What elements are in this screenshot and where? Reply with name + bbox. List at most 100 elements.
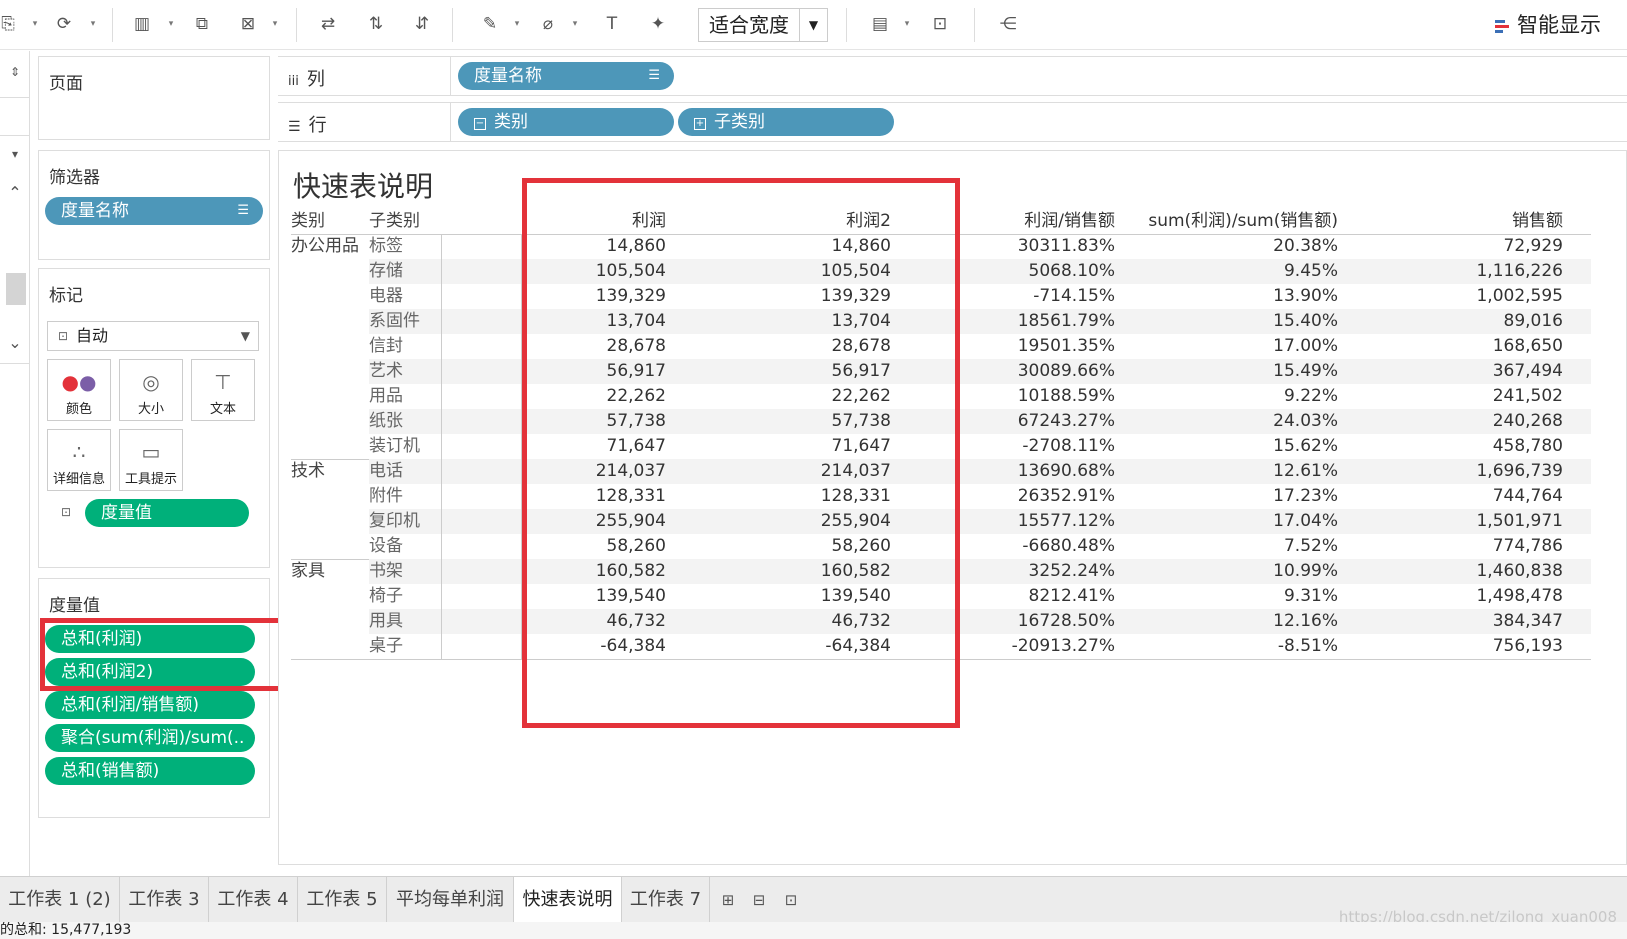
pages-card[interactable]: 页面 bbox=[38, 56, 270, 140]
new-story-icon[interactable]: ⊡ bbox=[776, 877, 806, 923]
scroll-up-icon[interactable]: ⌃ bbox=[0, 183, 30, 202]
tab-sheet[interactable]: 工作表 7 bbox=[622, 877, 710, 923]
text-button[interactable]: ⊤ 文本 bbox=[191, 359, 255, 421]
value-cell: 168,650 bbox=[1492, 336, 1563, 356]
save-dropdown-icon[interactable]: ▾ bbox=[30, 12, 40, 36]
tab-sheet[interactable]: 工作表 3 bbox=[120, 877, 209, 923]
presentation-icon[interactable]: ⊡ bbox=[928, 12, 952, 36]
value-cell: 10188.59% bbox=[1017, 386, 1115, 406]
measure-pill-label: 总和(利润/销售额) bbox=[61, 695, 199, 715]
filter-pill[interactable]: 度量名称 ☰ bbox=[45, 197, 263, 225]
toolbar: ⎘ ▾ ⟳ ▾ ▥ ▾ ⧉ ⊠ ▾ ⇄ ⇅ ⇵ ✎ ▾ ⌀ ▾ T ✦ 适合宽度… bbox=[0, 0, 1627, 50]
group-icon[interactable]: ⌀ bbox=[536, 12, 560, 36]
measure-values-card: 度量值 总和(利润) 总和(利润2) 总和(利润/销售额) 聚合(sum(利润)… bbox=[38, 578, 270, 818]
show-cards-icon[interactable]: ▤ bbox=[868, 12, 892, 36]
new-worksheet-dropdown-icon[interactable]: ▾ bbox=[166, 12, 176, 36]
value-cell: 1,696,739 bbox=[1476, 461, 1563, 481]
sort-descending-icon[interactable]: ⇵ bbox=[410, 12, 434, 36]
labels-icon[interactable]: T bbox=[600, 12, 624, 36]
column-header[interactable]: 类别 bbox=[291, 209, 325, 234]
color-button-label: 颜色 bbox=[65, 402, 92, 417]
marks-card: 标记 ⊡ 自动 ▼ ●● 颜色 ◎ 大小 ⊤ 文本 ∴ 详细信息 ▭ 工具提示 … bbox=[38, 268, 270, 568]
columns-pill[interactable]: 度量名称 ☰ bbox=[458, 62, 674, 90]
rows-pill-category[interactable]: − 类别 bbox=[458, 108, 674, 136]
tab-sheet[interactable]: 工作表 5 bbox=[298, 877, 387, 923]
column-header[interactable]: 子类别 bbox=[369, 209, 420, 234]
pages-card-title: 页面 bbox=[49, 74, 83, 94]
value-cell: 7.52% bbox=[1283, 536, 1338, 556]
measure-values-mark-pill[interactable]: 度量值 bbox=[85, 499, 249, 527]
column-header[interactable]: sum(利润)/sum(销售额) bbox=[1148, 209, 1338, 234]
chevron-down-icon: ▼ bbox=[799, 9, 827, 41]
column-header[interactable]: 销售额 bbox=[1512, 209, 1563, 234]
value-cell: -2708.11% bbox=[1022, 436, 1115, 456]
share-icon[interactable]: ⋲ bbox=[996, 12, 1020, 36]
measure-pill[interactable]: 聚合(sum(利润)/sum(.. bbox=[45, 724, 255, 752]
tab-sheet-active[interactable]: 快速表说明 bbox=[514, 877, 622, 923]
value-cell: 10.99% bbox=[1273, 561, 1338, 581]
size-icon: ◎ bbox=[142, 370, 160, 394]
refresh-icon[interactable]: ⟳ bbox=[52, 12, 76, 36]
duplicate-icon[interactable]: ⧉ bbox=[190, 12, 214, 36]
mark-type-select[interactable]: ⊡ 自动 ▼ bbox=[47, 321, 259, 351]
value-cell: -6680.48% bbox=[1022, 536, 1115, 556]
show-cards-dropdown-icon[interactable]: ▾ bbox=[902, 12, 912, 36]
value-cell: 15.49% bbox=[1273, 361, 1338, 381]
value-cell: 1,460,838 bbox=[1476, 561, 1563, 581]
group-dropdown-icon[interactable]: ▾ bbox=[570, 12, 580, 36]
subcategory-cell: 复印机 bbox=[369, 511, 420, 531]
show-me-label: 智能显示 bbox=[1517, 13, 1601, 37]
new-worksheet-icon[interactable]: ⊞ bbox=[713, 877, 743, 923]
value-cell: 17.04% bbox=[1273, 511, 1338, 531]
measure-pill[interactable]: 总和(销售额) bbox=[45, 757, 255, 785]
columns-shelf[interactable]: iii 列 度量名称 ☰ bbox=[278, 56, 1627, 96]
size-button[interactable]: ◎ 大小 bbox=[119, 359, 183, 421]
filters-card[interactable]: 筛选器 度量名称 ☰ bbox=[38, 150, 270, 260]
tab-sheet[interactable]: 平均每单利润 bbox=[387, 877, 514, 923]
value-cell: 384,347 bbox=[1492, 611, 1563, 631]
tooltip-button[interactable]: ▭ 工具提示 bbox=[119, 429, 183, 491]
scrollbar-thumb[interactable] bbox=[6, 273, 26, 305]
expand-icon: + bbox=[694, 118, 706, 130]
show-me-button[interactable]: 智能显示 bbox=[1495, 10, 1601, 40]
value-cell: 5068.10% bbox=[1028, 261, 1115, 281]
value-cell: 72,929 bbox=[1503, 236, 1563, 256]
clear-dropdown-icon[interactable]: ▾ bbox=[270, 12, 280, 36]
subcategory-cell: 系固件 bbox=[369, 311, 420, 331]
text-encoding-icon: ⊡ bbox=[61, 505, 72, 519]
color-button[interactable]: ●● 颜色 bbox=[47, 359, 111, 421]
tab-sheet[interactable]: 工作表 4 bbox=[209, 877, 298, 923]
value-cell: 16728.50% bbox=[1017, 611, 1115, 631]
highlight-icon[interactable]: ✎ bbox=[478, 12, 502, 36]
columns-pill-label: 度量名称 bbox=[474, 66, 542, 86]
collapse-icon: − bbox=[474, 118, 486, 130]
save-icon[interactable]: ⎘ bbox=[0, 12, 20, 36]
subcategory-cell: 纸张 bbox=[369, 411, 403, 431]
detail-button[interactable]: ∴ 详细信息 bbox=[47, 429, 111, 491]
swap-rows-columns-icon[interactable]: ⇄ bbox=[316, 12, 340, 36]
refresh-dropdown-icon[interactable]: ▾ bbox=[88, 12, 98, 36]
filter-pill-label: 度量名称 bbox=[61, 201, 129, 221]
clear-sheet-icon[interactable]: ⊠ bbox=[236, 12, 260, 36]
subcategory-cell: 信封 bbox=[369, 336, 403, 356]
rows-pill-subcategory[interactable]: + 子类别 bbox=[678, 108, 894, 136]
new-dashboard-icon[interactable]: ⊟ bbox=[744, 877, 774, 923]
value-cell: -20913.27% bbox=[1011, 636, 1115, 656]
tab-sheet[interactable]: 工作表 1 (2) bbox=[0, 877, 120, 923]
value-cell: 17.00% bbox=[1273, 336, 1338, 356]
sort-ascending-icon[interactable]: ⇅ bbox=[364, 12, 388, 36]
expand-icon[interactable]: ⇕ bbox=[0, 65, 30, 79]
fit-width-select[interactable]: 适合宽度 ▼ bbox=[698, 8, 828, 42]
pin-icon[interactable]: ✦ bbox=[646, 12, 670, 36]
status-bar: 的总和: 15,477,193 bbox=[0, 922, 1627, 939]
show-me-icon bbox=[1495, 18, 1509, 35]
chevron-down-icon[interactable]: ▾ bbox=[0, 147, 30, 161]
highlight-dropdown-icon[interactable]: ▾ bbox=[512, 12, 522, 36]
value-cell: 20.38% bbox=[1273, 236, 1338, 256]
new-worksheet-icon[interactable]: ▥ bbox=[130, 12, 154, 36]
value-cell: 9.45% bbox=[1283, 261, 1338, 281]
scroll-down-icon[interactable]: ⌄ bbox=[0, 333, 30, 352]
column-header[interactable]: 利润/销售额 bbox=[1024, 209, 1115, 234]
measure-pill[interactable]: 总和(利润/销售额) bbox=[45, 691, 255, 719]
rows-shelf[interactable]: ☰ 行 − 类别 + 子类别 bbox=[278, 102, 1627, 142]
